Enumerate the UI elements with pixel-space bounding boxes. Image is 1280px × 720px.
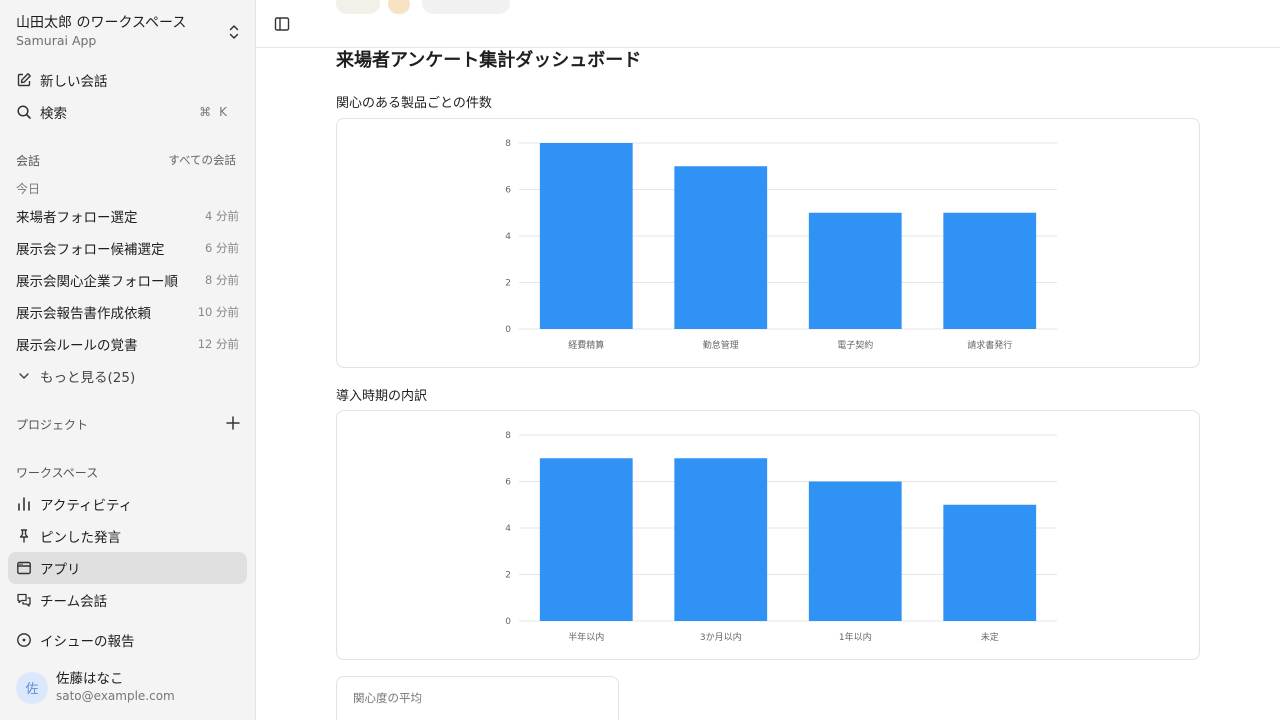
bar bbox=[539, 458, 633, 621]
search-label: 検索 bbox=[40, 106, 67, 122]
search-icon bbox=[16, 104, 32, 120]
conversation-time: 6 分前 bbox=[205, 241, 239, 255]
user-name: 佐藤はなこ bbox=[56, 671, 124, 687]
stat-label: 関心度の平均 bbox=[353, 691, 422, 705]
y-tick-label: 0 bbox=[505, 325, 511, 335]
y-tick-label: 8 bbox=[505, 431, 511, 441]
report-issue-label: イシューの報告 bbox=[40, 634, 135, 650]
conversation-time: 8 分前 bbox=[205, 273, 239, 287]
workspace-heading: ワークスペース bbox=[16, 466, 99, 480]
conversation-item[interactable]: 展示会フォロー候補選定 6 分前 bbox=[16, 236, 239, 260]
conversation-title: 展示会フォロー候補選定 bbox=[16, 242, 165, 258]
x-tick-label: 半年以内 bbox=[568, 631, 604, 643]
faded-header-chip bbox=[336, 0, 380, 14]
sidebar-item-label: アクティビティ bbox=[40, 498, 133, 514]
conversation-title: 展示会ルールの覚書 bbox=[16, 338, 138, 354]
conversations-heading: 会話 bbox=[16, 154, 41, 168]
y-tick-label: 0 bbox=[505, 617, 511, 627]
user-profile[interactable]: 佐 佐藤はなこ sato@example.com bbox=[16, 670, 175, 705]
workspace-title: 山田太郎 のワークスペース bbox=[16, 15, 187, 31]
user-email: sato@example.com bbox=[56, 689, 175, 703]
x-tick-label: 未定 bbox=[981, 631, 999, 643]
add-project-icon[interactable] bbox=[225, 415, 241, 431]
y-tick-label: 6 bbox=[505, 186, 511, 196]
sidebar-item-label: アプリ bbox=[40, 562, 81, 578]
bar bbox=[539, 143, 633, 329]
y-tick-label: 8 bbox=[505, 139, 511, 149]
y-tick-label: 4 bbox=[505, 232, 511, 242]
app-window-icon bbox=[16, 560, 32, 576]
report-issue-button[interactable]: イシューの報告 bbox=[8, 624, 247, 656]
sidebar-toggle-icon[interactable] bbox=[274, 16, 290, 32]
chart-title: 関心のある製品ごとの件数 bbox=[336, 96, 492, 111]
sidebar-item-label: ピンした発言 bbox=[40, 530, 121, 546]
x-tick-label: 3か月以内 bbox=[700, 631, 742, 643]
bar-chart-icon bbox=[16, 496, 32, 512]
all-conversations-link[interactable]: すべての会話 bbox=[168, 152, 236, 168]
edit-icon bbox=[16, 72, 32, 88]
y-tick-label: 2 bbox=[505, 279, 511, 289]
conversation-item[interactable]: 展示会関心企業フォロー順 8 分前 bbox=[16, 268, 239, 292]
faded-header-chip bbox=[422, 0, 510, 14]
projects-heading: プロジェクト bbox=[16, 418, 89, 432]
x-tick-label: 1年以内 bbox=[839, 631, 872, 643]
new-chat-button[interactable]: 新しい会話 bbox=[8, 64, 247, 96]
conversation-title: 来場者フォロー選定 bbox=[16, 210, 138, 226]
faded-header-chip bbox=[388, 0, 410, 14]
sidebar-item-team-chat[interactable]: チーム会話 bbox=[8, 584, 247, 616]
y-tick-label: 6 bbox=[505, 478, 511, 488]
conversation-item[interactable]: 展示会報告書作成依頼 10 分前 bbox=[16, 300, 239, 324]
sidebar-item-activity[interactable]: アクティビティ bbox=[8, 488, 247, 520]
show-more-label: もっと見る(25) bbox=[40, 370, 136, 386]
sidebar-item-pinned[interactable]: ピンした発言 bbox=[8, 520, 247, 552]
show-more-button[interactable]: もっと見る(25) bbox=[16, 364, 135, 388]
x-tick-label: 勤怠管理 bbox=[703, 339, 739, 351]
avatar: 佐 bbox=[16, 671, 48, 704]
chart-title: 導入時期の内訳 bbox=[336, 389, 428, 404]
conversation-item[interactable]: 展示会ルールの覚書 12 分前 bbox=[16, 332, 239, 356]
bar bbox=[808, 212, 902, 329]
y-tick-label: 2 bbox=[505, 571, 511, 581]
y-tick-label: 4 bbox=[505, 524, 511, 534]
conversation-item[interactable]: 来場者フォロー選定 4 分前 bbox=[16, 204, 239, 228]
workspace-subtitle: Samurai App bbox=[16, 33, 97, 48]
chart-card: 0 2 4 6 8 半年以内 3か月以内 1年以内 未定 bbox=[336, 410, 1200, 660]
conversation-title: 展示会報告書作成依頼 bbox=[16, 306, 151, 322]
bar bbox=[674, 166, 768, 329]
info-circle-icon bbox=[16, 632, 32, 648]
conversation-time: 12 分前 bbox=[197, 337, 239, 351]
conversation-title: 展示会関心企業フォロー順 bbox=[16, 274, 178, 290]
bar bbox=[943, 504, 1037, 621]
conversation-time: 4 分前 bbox=[205, 209, 239, 223]
pin-icon bbox=[16, 528, 32, 544]
new-chat-label: 新しい会話 bbox=[40, 74, 108, 90]
bar bbox=[808, 481, 902, 621]
page-title: 来場者アンケート集計ダッシュボード bbox=[336, 50, 642, 71]
stat-card: 関心度の平均 bbox=[336, 676, 619, 720]
sidebar-item-label: チーム会話 bbox=[40, 594, 108, 610]
x-tick-label: 電子契約 bbox=[837, 339, 873, 351]
chevron-up-down-icon bbox=[229, 25, 239, 39]
chat-bubbles-icon bbox=[16, 592, 32, 608]
search-button[interactable]: 検索 ⌘K bbox=[8, 96, 247, 128]
x-tick-label: 請求書発行 bbox=[967, 339, 1012, 351]
workspace-switcher[interactable]: 山田太郎 のワークスペース Samurai App bbox=[16, 14, 242, 54]
chart-card: 0 2 4 6 8 経費精算 勤怠管理 電子契約 請求書発行 bbox=[336, 118, 1200, 368]
sidebar: 山田太郎 のワークスペース Samurai App 新しい会話 検索 ⌘K 会話… bbox=[0, 0, 256, 720]
bar-chart-timing: 0 2 4 6 8 半年以内 3か月以内 1年以内 未定 bbox=[505, 431, 1057, 643]
search-shortcut: ⌘K bbox=[199, 105, 235, 119]
sidebar-item-apps[interactable]: アプリ bbox=[8, 552, 247, 584]
conversation-time: 10 分前 bbox=[197, 305, 239, 319]
bar bbox=[943, 212, 1037, 329]
today-label: 今日 bbox=[16, 182, 41, 196]
bar bbox=[674, 458, 768, 621]
x-tick-label: 経費精算 bbox=[568, 339, 604, 351]
chevron-down-icon bbox=[16, 369, 32, 383]
bar-chart-products: 0 2 4 6 8 経費精算 勤怠管理 電子契約 請求書発行 bbox=[505, 139, 1057, 351]
top-bar bbox=[256, 0, 1280, 48]
